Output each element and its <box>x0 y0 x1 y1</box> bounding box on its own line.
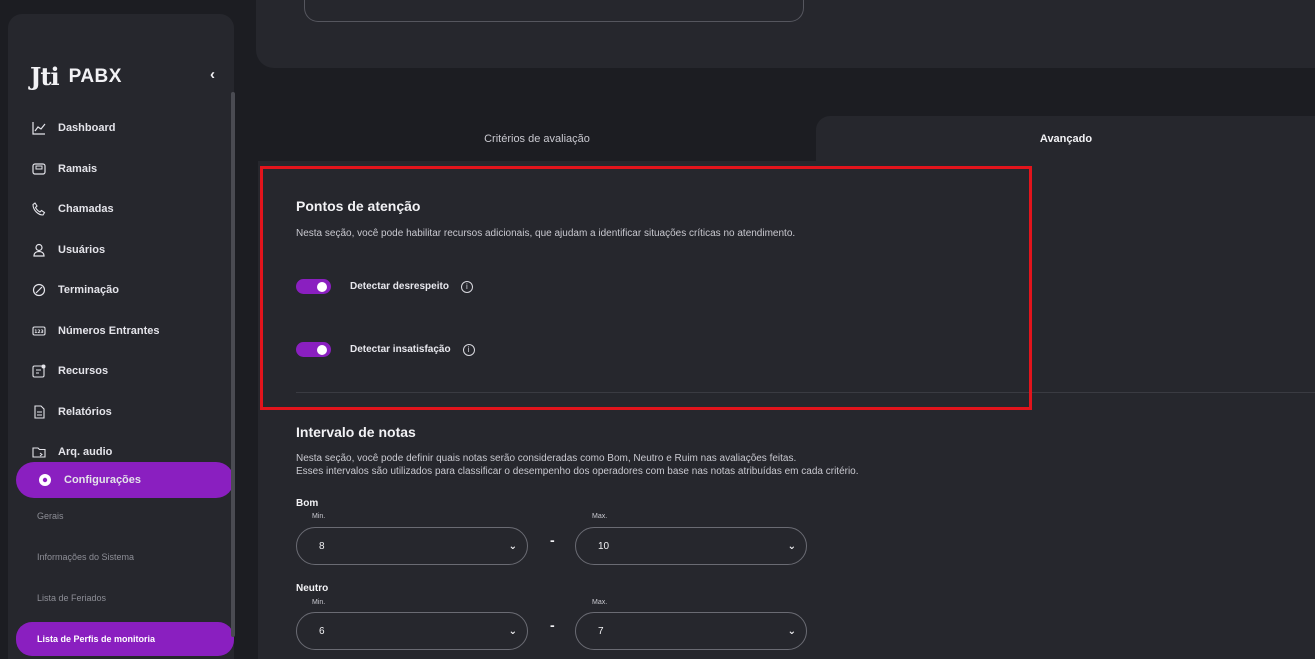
group-label-bom: Bom <box>296 498 319 509</box>
max-label: Max. <box>592 513 608 520</box>
sidebar-item-label: Configurações <box>64 474 142 486</box>
select-value: 6 <box>319 625 325 637</box>
select-value: 7 <box>598 625 604 637</box>
neutro-min-select[interactable]: 6 ⌄ <box>296 612 528 650</box>
range-separator: - <box>550 617 555 633</box>
intervals-description-1: Nesta seção, você pode definir quais not… <box>296 453 797 464</box>
intervals-description-2: Esses intervalos são utilizados para cla… <box>296 466 859 477</box>
sidebar-item-numeros-entrantes[interactable]: 123 Números Entrantes <box>8 311 234 352</box>
resources-icon <box>32 364 46 378</box>
chevron-left-icon[interactable]: ‹ <box>210 66 215 83</box>
termination-icon <box>32 283 46 297</box>
sidebar-subitem-gerais[interactable]: Gerais <box>16 511 234 521</box>
brand-name: PABX <box>68 65 122 87</box>
sidebar-subitem-perfis-monitoria[interactable]: Lista de Perfis de monitoria <box>16 622 234 656</box>
sidebar-scrollbar[interactable] <box>231 92 235 637</box>
chevron-down-icon: ⌄ <box>508 540 517 552</box>
sidebar-item-label: Ramais <box>58 162 98 175</box>
sidebar-item-label: Dashboard <box>58 122 116 135</box>
sidebar-item-configuracoes[interactable]: Configurações <box>16 462 234 498</box>
sidebar-subitem-lista-feriados[interactable]: Lista de Feriados <box>16 593 234 603</box>
max-label: Max. <box>592 599 608 606</box>
min-label: Min. <box>312 599 326 606</box>
sidebar-item-terminacao[interactable]: Terminação <box>8 270 234 311</box>
range-separator: - <box>550 532 555 548</box>
sidebar-item-label: Números Entrantes <box>58 324 160 337</box>
select-value: 10 <box>598 540 610 552</box>
neutro-max-select[interactable]: 7 ⌄ <box>575 612 807 650</box>
user-icon <box>32 243 46 257</box>
sidebar-item-usuarios[interactable]: Usuários <box>8 230 234 271</box>
sidebar-item-recursos[interactable]: Recursos <box>8 351 234 392</box>
sidebar-item-label: Arq. audio <box>58 446 113 459</box>
chevron-down-icon: ⌄ <box>787 540 796 552</box>
sidebar-subitem-informacoes-sistema[interactable]: Informações do Sistema <box>16 552 234 562</box>
extension-icon <box>32 162 46 176</box>
bom-min-select[interactable]: 8 ⌄ <box>296 527 528 565</box>
chevron-down-icon: ⌄ <box>508 625 517 637</box>
sidebar-item-label: Relatórios <box>58 405 112 418</box>
intervals-title: Intervalo de notas <box>296 424 416 440</box>
phone-icon <box>32 202 46 216</box>
tab-avancado[interactable]: Avançado <box>816 116 1315 162</box>
sidebar-nav: Dashboard Ramais Chamadas Usuários Termi… <box>8 108 234 473</box>
sidebar-item-label: Usuários <box>58 243 106 256</box>
sidebar-item-chamadas[interactable]: Chamadas <box>8 189 234 230</box>
sidebar-item-relatorios[interactable]: Relatórios <box>8 392 234 433</box>
select-value: 8 <box>319 540 325 552</box>
min-label: Min. <box>312 513 326 520</box>
gear-icon <box>38 473 52 487</box>
sidebar-item-label: Chamadas <box>58 203 114 216</box>
brand-logo: Jti <box>30 62 60 91</box>
brand: Jti PABX <box>30 62 122 91</box>
sidebar: Jti PABX ‹ Dashboard Ramais Chamadas Usu… <box>8 14 234 659</box>
chevron-down-icon: ⌄ <box>787 625 796 637</box>
highlight-box <box>260 166 1032 410</box>
bom-max-select[interactable]: 10 ⌄ <box>575 527 807 565</box>
tab-criterios-avaliacao[interactable]: Critérios de avaliação <box>258 117 816 161</box>
numbers-icon: 123 <box>32 324 46 338</box>
dashboard-icon <box>32 121 46 135</box>
top-input-field[interactable] <box>304 0 804 22</box>
sidebar-item-label: Recursos <box>58 365 109 378</box>
report-icon <box>32 405 46 419</box>
sidebar-item-label: Terminação <box>58 284 119 297</box>
sidebar-item-ramais[interactable]: Ramais <box>8 149 234 190</box>
svg-text:123: 123 <box>34 329 43 335</box>
group-label-neutro: Neutro <box>296 583 329 594</box>
audio-file-icon <box>32 445 46 459</box>
sidebar-item-dashboard[interactable]: Dashboard <box>8 108 234 149</box>
